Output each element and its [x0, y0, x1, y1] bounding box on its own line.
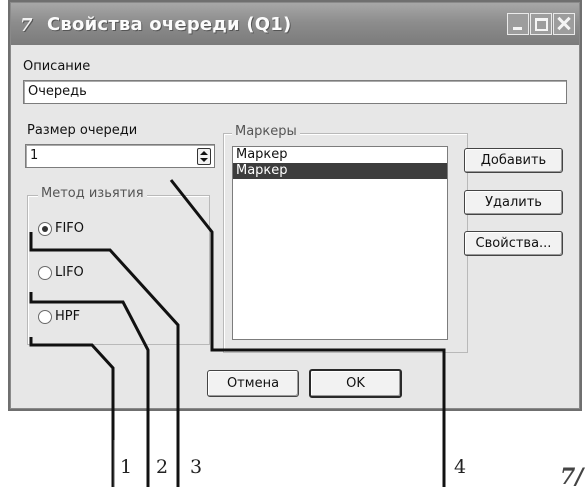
callout-number-3: 3: [190, 456, 203, 478]
description-label: Описание: [23, 59, 91, 74]
properties-button[interactable]: Свойства...: [464, 231, 563, 256]
queue-properties-dialog: 7 Свойства очереди (Q1) Описание Очередь…: [10, 2, 580, 409]
list-item[interactable]: Маркер: [233, 147, 447, 163]
markers-caption: Маркеры: [232, 124, 300, 139]
radio-hpf-label: HPF: [55, 309, 81, 324]
markers-list[interactable]: Маркер Маркер: [232, 146, 448, 340]
extraction-method-group: Метод изьятия FIFO LIFO HPF: [27, 186, 210, 345]
radio-button-icon[interactable]: [38, 266, 52, 280]
radio-button-icon[interactable]: [38, 222, 52, 236]
list-item[interactable]: Маркер: [233, 163, 447, 179]
radio-button-icon[interactable]: [38, 310, 52, 324]
minimize-icon[interactable]: [507, 13, 529, 35]
cancel-button[interactable]: Отмена: [207, 370, 299, 397]
radio-fifo-label: FIFO: [55, 221, 85, 236]
queue-size-value: 1: [30, 148, 39, 163]
callout-number-2: 2: [156, 456, 169, 478]
callout-number-1: 1: [120, 456, 133, 478]
callout-number-4: 4: [454, 456, 467, 478]
ok-button[interactable]: OK: [309, 369, 402, 398]
delete-button[interactable]: Удалить: [464, 190, 563, 215]
add-button[interactable]: Добавить: [464, 148, 563, 173]
radio-lifo-label: LIFO: [55, 265, 84, 280]
title-bar[interactable]: 7 Свойства очереди (Q1): [11, 3, 579, 45]
queue-size-stepper[interactable]: 1: [25, 144, 215, 168]
extraction-method-caption: Метод изьятия: [38, 186, 147, 201]
markers-group: Маркеры Маркер Маркер: [223, 124, 468, 353]
spinner-arrows-icon[interactable]: [197, 148, 211, 165]
app-logo-icon: 7: [20, 15, 33, 36]
description-value: Очередь: [28, 84, 87, 99]
close-icon[interactable]: [553, 13, 575, 35]
queue-size-label: Размер очереди: [27, 123, 138, 138]
description-field[interactable]: Очередь: [23, 80, 567, 104]
window-title: Свойства очереди (Q1): [47, 14, 292, 35]
publisher-logo-icon: 7/: [560, 464, 584, 490]
maximize-icon[interactable]: [530, 13, 552, 35]
